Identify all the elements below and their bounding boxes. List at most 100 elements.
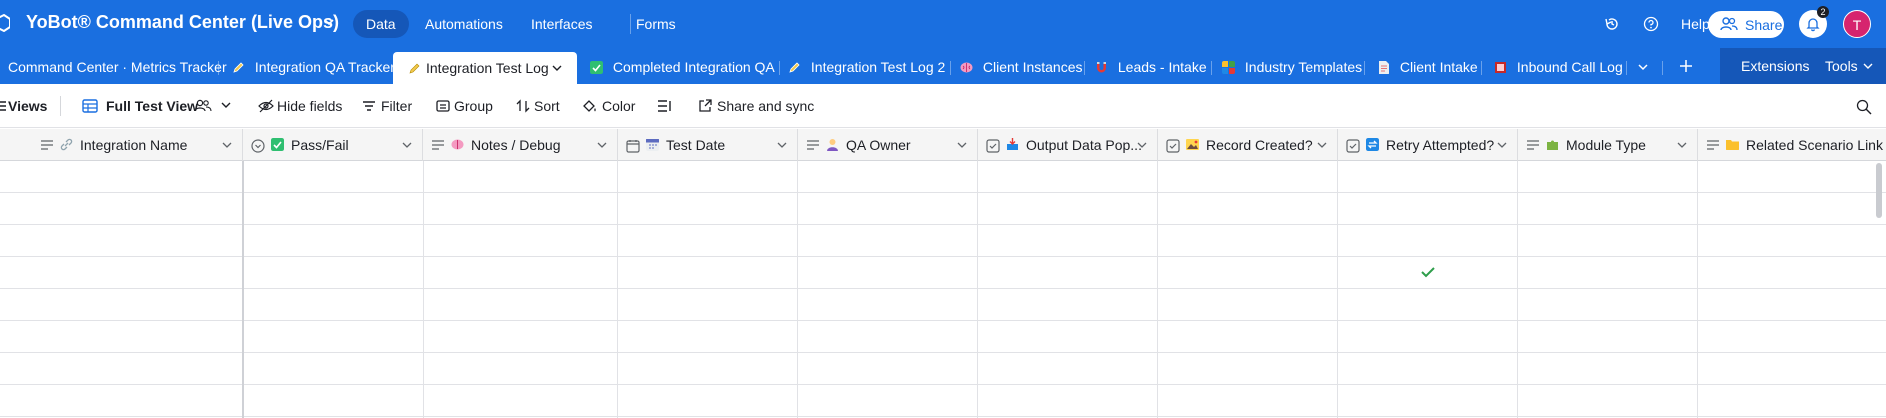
column-divider xyxy=(1517,161,1518,418)
tab-integration-qa-tracker[interactable]: Integration QA Tracker xyxy=(232,57,395,77)
tab-inbound-call-log[interactable]: Inbound Call Log xyxy=(1494,57,1623,77)
tools-chevron-icon[interactable] xyxy=(1862,62,1874,72)
filter-button[interactable]: Filter xyxy=(381,98,412,114)
tab-client-instances[interactable]: Client Instances xyxy=(960,57,1083,77)
tab-divider xyxy=(1662,61,1663,75)
chevron-down-icon[interactable] xyxy=(401,141,413,151)
tab-completed-integration-qa[interactable]: Completed Integration QA xyxy=(590,57,775,77)
tab-label: Client Intake xyxy=(1399,59,1478,75)
column-divider xyxy=(1157,161,1158,418)
retry-attempted-checked-icon[interactable] xyxy=(1421,266,1435,278)
column-header-pass-fail[interactable]: Pass/Fail xyxy=(243,129,423,161)
chevron-down-icon[interactable] xyxy=(956,141,968,151)
table-row[interactable] xyxy=(0,193,1886,225)
column-header-module-type[interactable]: Module Type xyxy=(1518,129,1698,161)
add-table-icon[interactable] xyxy=(1679,59,1693,73)
user-avatar[interactable]: T xyxy=(1843,10,1871,38)
date-field-icon xyxy=(626,140,640,153)
table-row[interactable] xyxy=(0,257,1886,289)
inbox-icon xyxy=(1007,138,1018,150)
column-name: Notes / Debug xyxy=(471,137,561,153)
column-header-test-date[interactable]: Test Date xyxy=(618,129,798,161)
table-row[interactable] xyxy=(0,289,1886,321)
chevron-down-icon[interactable] xyxy=(1496,141,1508,151)
column-header-related-scenario-link[interactable]: Related Scenario Link xyxy=(1698,129,1886,161)
tab-integration-test-log-2[interactable]: Integration Test Log 2 xyxy=(788,57,945,77)
row-height-icon[interactable] xyxy=(657,99,673,113)
tab-divider xyxy=(779,61,780,75)
color-button[interactable]: Color xyxy=(602,98,635,114)
magnet-icon xyxy=(1097,62,1106,73)
table-row[interactable] xyxy=(0,225,1886,257)
tab-divider xyxy=(1481,61,1482,75)
tab-label: Industry Templates xyxy=(1244,59,1363,75)
table-row[interactable] xyxy=(0,161,1886,193)
views-menu-icon[interactable] xyxy=(0,99,6,113)
checkbox-field-icon xyxy=(1346,139,1360,153)
nav-data[interactable]: Data xyxy=(353,10,409,38)
nav-forms[interactable]: Forms xyxy=(636,10,676,38)
share-and-sync-button[interactable]: Share and sync xyxy=(717,98,814,114)
chevron-down-icon[interactable] xyxy=(1316,141,1328,151)
link-icon xyxy=(60,138,73,151)
group-button[interactable]: Group xyxy=(454,98,493,114)
tab-client-intake[interactable]: Client Intake xyxy=(1377,57,1478,77)
chevron-down-icon[interactable] xyxy=(551,64,563,74)
chevron-down-icon[interactable] xyxy=(776,141,788,151)
hide-fields-button[interactable]: Hide fields xyxy=(277,98,342,114)
tab-industry-templates[interactable]: Industry Templates xyxy=(1222,57,1362,77)
chevron-down-icon[interactable] xyxy=(322,15,336,29)
check-box-icon xyxy=(271,138,284,151)
nav-automations[interactable]: Automations xyxy=(425,10,503,38)
retry-icon xyxy=(1366,138,1379,151)
share-button[interactable]: Share xyxy=(1708,11,1784,38)
column-header-qa-owner[interactable]: QA Owner xyxy=(798,129,978,161)
chevron-down-icon[interactable] xyxy=(1136,141,1148,151)
chevron-down-icon[interactable] xyxy=(1676,141,1688,151)
grid-view-icon xyxy=(82,99,98,113)
tab-label: Inbound Call Log xyxy=(1516,59,1623,75)
chevron-down-icon[interactable] xyxy=(221,141,233,151)
column-header-retry-attempted[interactable]: Retry Attempted? xyxy=(1338,129,1518,161)
history-icon[interactable] xyxy=(1604,16,1620,32)
folder-icon xyxy=(1726,140,1739,150)
view-toolbar: Views Full Test View Hide fields Filter … xyxy=(0,84,1886,128)
vertical-scrollbar[interactable] xyxy=(1876,163,1882,218)
tab-command-center-metrics-tracker[interactable]: Command Center · Metrics Tracker xyxy=(8,57,227,77)
column-header-record-created[interactable]: Record Created? xyxy=(1158,129,1338,161)
view-name[interactable]: Full Test View xyxy=(106,98,198,114)
base-name[interactable]: YoBot® Command Center (Live Ops) xyxy=(26,12,339,33)
column-name: Record Created? xyxy=(1206,137,1313,153)
extensions-button[interactable]: Extensions xyxy=(1741,58,1809,74)
all-tables-chevron-icon[interactable] xyxy=(1637,61,1649,73)
help-icon[interactable] xyxy=(1643,16,1659,32)
tab-leads-intake[interactable]: Leads - Intake xyxy=(1095,57,1207,77)
tab-divider xyxy=(1364,61,1365,75)
share-label: Share xyxy=(1745,17,1783,33)
tab-label: Integration Test Log 2 xyxy=(810,59,946,75)
users-icon xyxy=(1720,17,1738,31)
nav-interfaces[interactable]: Interfaces xyxy=(531,10,592,38)
views-toggle[interactable]: Views xyxy=(8,98,47,114)
tools-button[interactable]: Tools xyxy=(1825,58,1858,74)
grid-header: Integration Name Pass/Fail Notes / Debug… xyxy=(0,129,1886,161)
color-bucket-icon xyxy=(583,100,596,112)
share-external-icon xyxy=(699,99,712,112)
table-row[interactable] xyxy=(0,321,1886,353)
help-link[interactable]: Help xyxy=(1681,16,1710,32)
table-row[interactable] xyxy=(0,385,1886,417)
column-divider xyxy=(242,161,244,418)
table-row[interactable] xyxy=(0,353,1886,385)
column-header-output-data-populated[interactable]: Output Data Pop... xyxy=(978,129,1158,161)
tab-integration-test-log[interactable]: Integration Test Log xyxy=(393,52,577,85)
picture-icon xyxy=(1186,139,1199,150)
chevron-down-icon[interactable] xyxy=(596,141,608,151)
chevron-down-icon[interactable] xyxy=(220,101,232,111)
base-logo-icon xyxy=(0,14,10,32)
column-header-integration-name[interactable]: Integration Name xyxy=(0,129,243,161)
sort-button[interactable]: Sort xyxy=(534,98,560,114)
column-header-notes-debug[interactable]: Notes / Debug xyxy=(423,129,618,161)
tab-divider xyxy=(1084,61,1085,75)
search-icon[interactable] xyxy=(1856,99,1872,115)
column-name: Retry Attempted? xyxy=(1386,137,1495,153)
